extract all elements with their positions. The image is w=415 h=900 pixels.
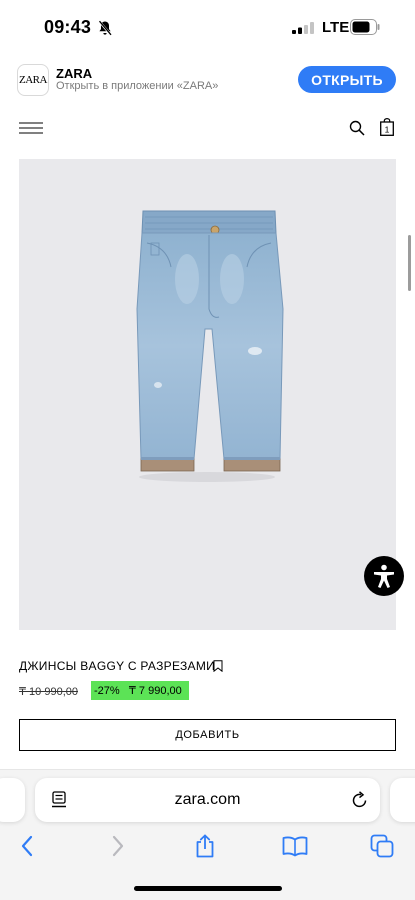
share-icon[interactable] [194,834,216,858]
bookmarks-icon[interactable] [282,834,308,858]
bell-muted-icon [98,20,112,36]
search-icon[interactable] [349,120,365,136]
banner-title: ZARA [56,66,93,81]
baggy-jeans-photo [136,210,284,482]
tabs-icon[interactable] [370,834,394,858]
status-time: 09:43 [44,17,92,37]
bag-count: 1 [385,125,390,135]
status-bar: 09:43 LTE [0,0,415,56]
add-to-cart-button[interactable]: ДОБАВИТЬ [19,719,396,751]
zara-logo-text: ZARA [19,74,47,86]
open-in-app-button[interactable]: ОТКРЫТЬ [298,66,396,93]
sale-price-tag: -27% ₸ 7 990,00 [91,681,189,700]
shopping-bag-icon[interactable]: 1 [380,118,394,136]
product-image[interactable] [19,159,396,630]
signal-icon [292,22,314,34]
accessibility-button[interactable] [364,556,404,596]
network-type: LTE [322,19,350,36]
battery-icon [350,19,380,35]
page-scrollbar[interactable] [408,235,411,291]
reload-icon[interactable] [351,791,368,809]
home-indicator [134,886,282,891]
zara-app-logo: ZARA [17,64,49,96]
forward-icon[interactable] [110,834,126,858]
accessibility-icon [374,564,394,588]
new-price: ₸ 7 990,00 [128,685,182,697]
old-price: ₸ 10 990,00 [19,686,78,698]
menu-icon[interactable] [19,121,43,135]
back-icon[interactable] [19,834,35,858]
banner-subtitle: Открыть в приложении «ZARA» [56,80,219,92]
bookmark-icon[interactable] [213,660,223,672]
product-title: ДЖИНСЫ BAGGY С РАЗРЕЗАМИ [19,659,216,673]
discount-percent: -27% [94,684,120,697]
